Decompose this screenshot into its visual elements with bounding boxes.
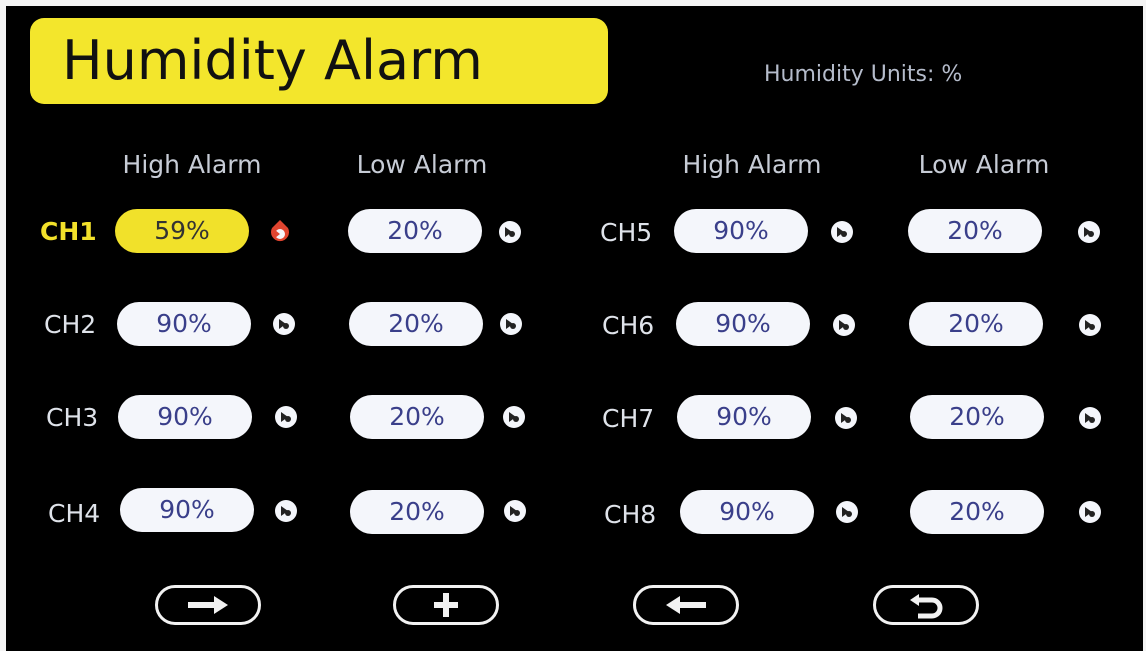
channel-label-ch1: CH1 [40,217,97,246]
alarm-icon-ch6-low[interactable] [1076,311,1104,339]
low-alarm-value-ch7[interactable]: 20% [910,395,1044,439]
frame-left-edge [0,0,6,651]
alarm-icon-ch7-low[interactable] [1076,404,1104,432]
low-alarm-value-ch6[interactable]: 20% [909,302,1043,346]
alarm-icon-ch6-high[interactable] [830,311,858,339]
add-button[interactable] [393,585,499,625]
low-alarm-value-ch2[interactable]: 20% [349,302,483,346]
alarm-icon-ch3-low[interactable] [500,403,528,431]
alarm-icon-ch2-low[interactable] [497,310,525,338]
high-alarm-value-ch2[interactable]: 90% [117,302,251,346]
header-low-alarm-left: Low Alarm [356,150,488,179]
channel-label-ch7: CH7 [602,404,655,433]
right-arrow-icon [188,596,228,614]
low-alarm-value-ch4[interactable]: 20% [350,490,484,534]
next-button[interactable] [155,585,261,625]
low-alarm-value-ch8[interactable]: 20% [910,490,1044,534]
high-alarm-value-ch6[interactable]: 90% [676,302,810,346]
high-alarm-value-ch3[interactable]: 90% [118,395,252,439]
alarm-icon-ch8-low[interactable] [1076,498,1104,526]
alarm-icon-ch2-high[interactable] [270,310,298,338]
humidity-units-label: Humidity Units: % [764,62,963,87]
alarm-icon-ch5-low[interactable] [1075,218,1103,246]
frame-top-edge [0,0,1146,6]
plus-icon [434,593,458,617]
high-alarm-value-ch4[interactable]: 90% [120,488,254,532]
channel-label-ch8: CH8 [604,500,657,529]
previous-button[interactable] [633,585,739,625]
low-alarm-value-ch5[interactable]: 20% [908,209,1042,253]
alarm-icon-ch4-low[interactable] [501,497,529,525]
channel-label-ch4: CH4 [48,499,101,528]
channel-label-ch2: CH2 [44,310,97,339]
alarm-icon-ch4-high[interactable] [272,497,300,525]
high-alarm-value-ch7[interactable]: 90% [677,395,811,439]
return-button[interactable] [873,585,979,625]
high-alarm-value-ch1[interactable]: 59% [115,209,249,253]
header-low-alarm-right: Low Alarm [918,150,1050,179]
left-arrow-icon [666,596,706,614]
alarm-icon-ch7-high[interactable] [832,404,860,432]
channel-label-ch3: CH3 [46,403,99,432]
alarm-active-icon-ch1[interactable] [266,218,294,246]
alarm-icon-ch5-high[interactable] [828,218,856,246]
alarm-screen: Humidity Alarm Humidity Units: % High Al… [0,0,1146,651]
high-alarm-value-ch5[interactable]: 90% [674,209,808,253]
high-alarm-value-ch8[interactable]: 90% [680,490,814,534]
alarm-icon-ch3-high[interactable] [272,403,300,431]
header-high-alarm-right: High Alarm [682,150,822,179]
low-alarm-value-ch3[interactable]: 20% [350,395,484,439]
alarm-icon-ch8-high[interactable] [833,498,861,526]
page-title: Humidity Alarm [30,18,608,104]
alarm-icon-ch1-low[interactable] [496,218,524,246]
channel-label-ch5: CH5 [600,218,653,247]
channel-label-ch6: CH6 [602,311,655,340]
return-icon [910,594,943,619]
header-high-alarm-left: High Alarm [122,150,262,179]
low-alarm-value-ch1[interactable]: 20% [348,209,482,253]
